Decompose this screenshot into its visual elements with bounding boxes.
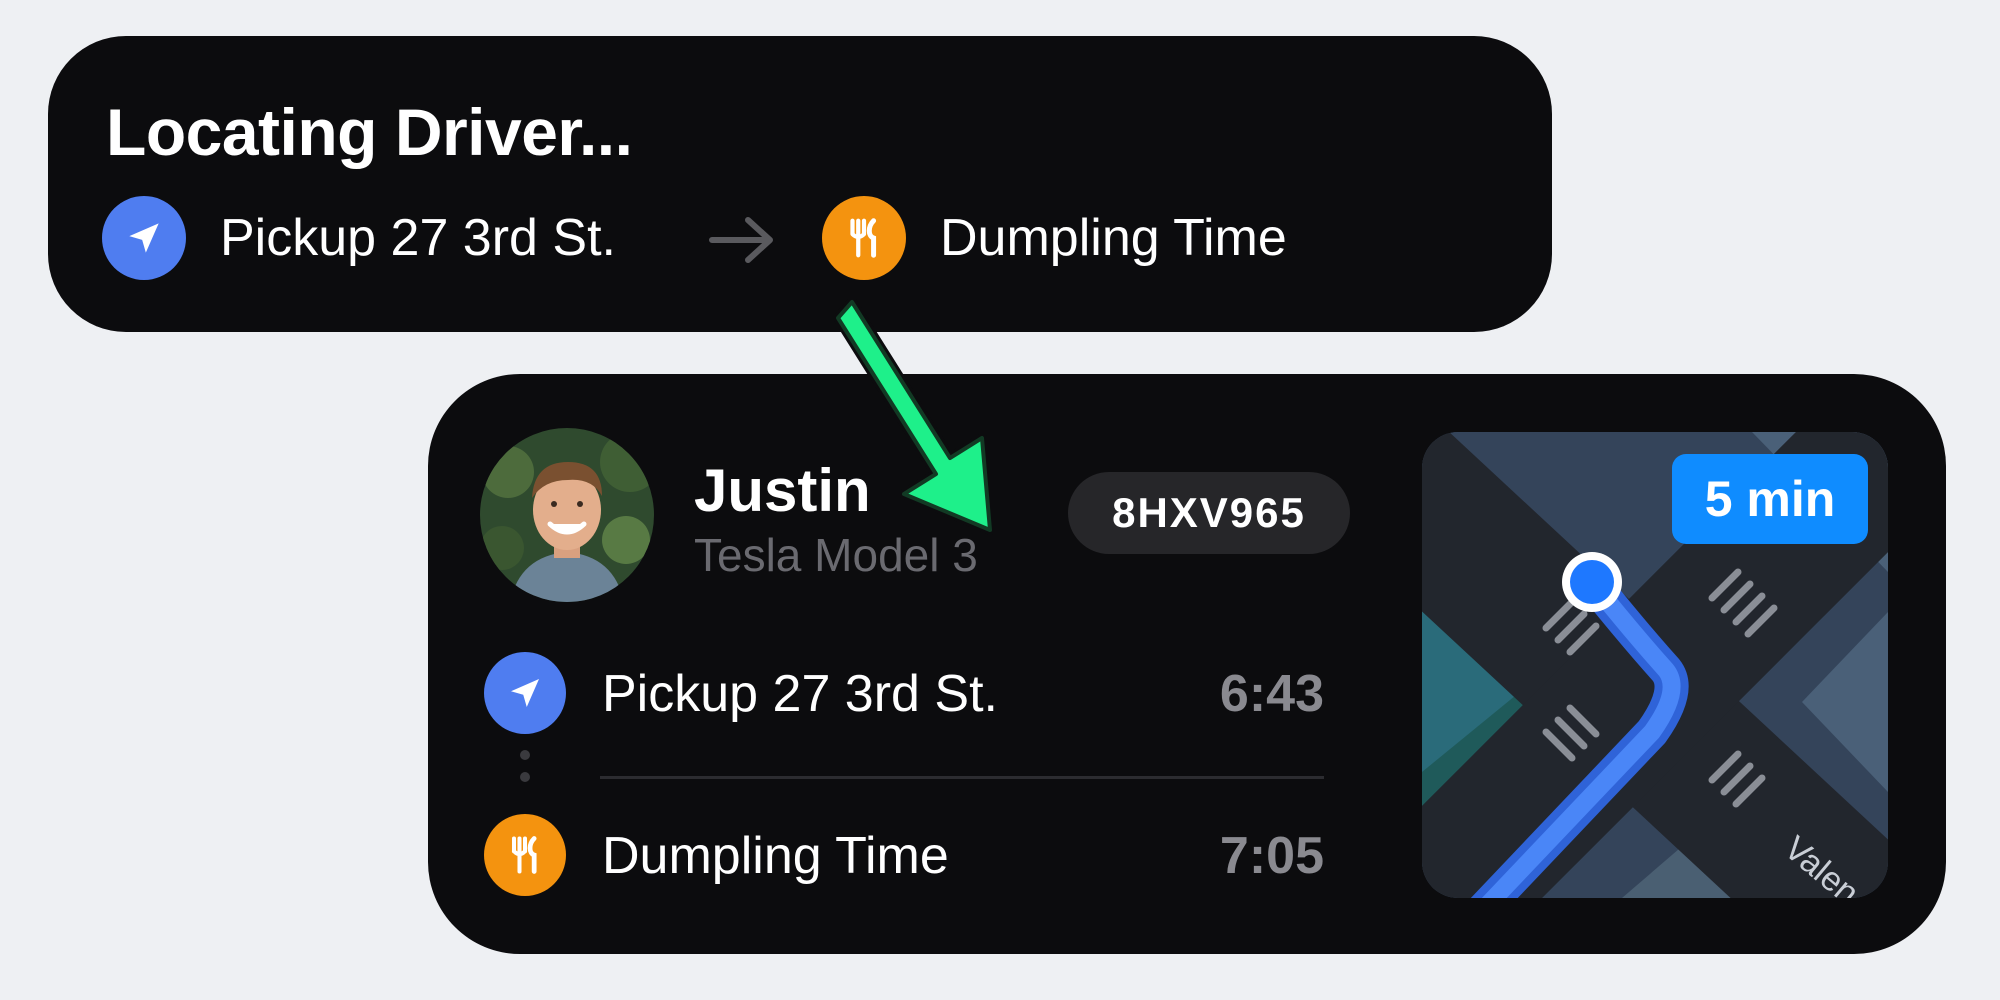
pickup-stop-label: Pickup 27 3rd St.	[602, 665, 998, 723]
destination-time: 7:05	[1219, 827, 1324, 885]
eta-badge: 5 min	[1672, 454, 1868, 544]
route-dot	[520, 750, 530, 760]
license-plate-badge: 8HXV965	[1068, 472, 1350, 554]
arrow-right-icon	[708, 212, 778, 273]
destination-label: Dumpling Time	[940, 209, 1287, 267]
pickup-label: Pickup 27 3rd St.	[220, 209, 616, 267]
pickup-time: 6:43	[1219, 665, 1324, 723]
route-dot	[520, 772, 530, 782]
fork-knife-icon	[484, 814, 566, 896]
fork-knife-icon	[822, 196, 906, 280]
destination-stop-label: Dumpling Time	[602, 827, 949, 885]
navigation-arrow-icon	[102, 196, 186, 280]
avatar[interactable]	[480, 428, 654, 602]
transition-arrow-icon	[833, 297, 995, 535]
driver-details-panel: Justin Tesla Model 3 8HXV965 Pickup 27 3…	[428, 374, 1946, 954]
navigation-arrow-icon	[484, 652, 566, 734]
stops-divider	[600, 776, 1324, 779]
route-map[interactable]: Valen 5 min	[1422, 432, 1888, 898]
panel-title: Locating Driver...	[106, 95, 633, 169]
